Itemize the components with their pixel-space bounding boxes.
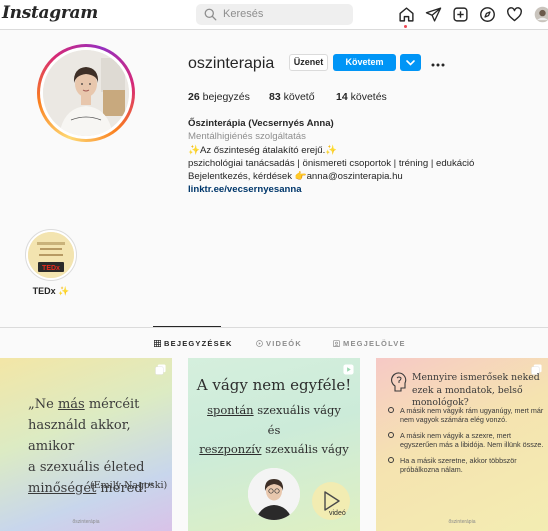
bio-full-name: Őszinterápia (Vecsernyés Anna) — [188, 118, 334, 129]
posts-label: bejegyzés — [202, 91, 250, 103]
list-item: A másik nem vágyik a szexre, mert egysze… — [388, 431, 544, 450]
tab-posts[interactable]: BEJEGYZÉSEK — [154, 339, 233, 348]
followers-stat[interactable]: 83 követő — [269, 91, 315, 103]
new-post-icon[interactable] — [452, 6, 469, 23]
explore-icon[interactable] — [479, 6, 496, 23]
post-subtitle: és — [267, 423, 281, 437]
highlight-cover-text: TEDx — [42, 265, 60, 272]
highlight-label[interactable]: TEDx ✨ — [20, 286, 82, 297]
post-brand: őszinterápia — [72, 519, 100, 525]
bio-line: Bejelentkezés, kérdések 👉anna@oszinterap… — [188, 171, 403, 183]
post-subtitle: reszponzív szexuális vágy — [199, 442, 349, 456]
bio-link[interactable]: linktr.ee/vecsernyesanna — [188, 183, 528, 196]
post-video-label: videó — [329, 510, 346, 517]
tab-posts-label: BEJEGYZÉSEK — [164, 339, 233, 348]
profile-avatar — [43, 50, 129, 136]
post-tile[interactable]: A vágy nem egyféle! spontán szexuális vá… — [188, 358, 360, 531]
home-icon[interactable] — [398, 6, 415, 23]
search-placeholder: Keresés — [223, 8, 264, 20]
bio-line: ✨Az őszinteség átalakító erejű.✨ — [188, 144, 338, 156]
top-navigation: Instagram Keresés — [0, 0, 548, 30]
chevron-down-icon — [406, 60, 415, 66]
profile-bio: Őszinterápia (Vecsernyés Anna) Mentálhig… — [188, 117, 528, 197]
post-portrait — [248, 468, 300, 520]
profile-avatar-icon[interactable] — [534, 6, 548, 23]
search-bar[interactable]: Keresés — [196, 4, 353, 25]
posts-count: 26 — [188, 91, 200, 103]
following-label: követés — [350, 91, 387, 103]
post-tile[interactable]: „Ne más mércéit használd akkor, amikor a… — [0, 358, 172, 531]
list-item: Ha a másik szeretne, akkor többször prób… — [388, 456, 544, 475]
follow-button[interactable]: Követem — [333, 54, 396, 71]
bio-line: pszichológiai tanácsadás | önismereti cs… — [188, 157, 475, 169]
profile-avatar-ring[interactable] — [37, 44, 135, 142]
post-subtitle: spontán szexuális vágy — [207, 403, 341, 417]
thinking-head-icon — [391, 372, 407, 392]
following-stat[interactable]: 14 követés — [336, 91, 387, 103]
list-item: A másik nem vágyik rám ugyanúgy, mert má… — [388, 406, 544, 425]
more-options-button[interactable] — [431, 55, 445, 71]
instagram-logo[interactable]: Instagram — [2, 3, 98, 23]
profile-username: oszinterapia — [188, 55, 275, 72]
post-brand: őszinterápia — [448, 519, 476, 525]
carousel-icon — [155, 364, 166, 375]
suggested-dropdown-button[interactable] — [400, 54, 421, 71]
profile-photo — [43, 50, 129, 136]
highlight-cover: TEDx — [28, 232, 74, 278]
story-highlight[interactable]: TEDx — [25, 229, 77, 281]
activity-heart-icon[interactable] — [506, 6, 523, 23]
tagged-icon — [333, 340, 340, 347]
tabs-divider — [0, 327, 548, 328]
video-icon — [256, 340, 263, 347]
post-tile[interactable]: Mennyire ismerősek neked ezek a mondatok… — [376, 358, 548, 531]
search-icon — [204, 8, 217, 21]
bio-category: Mentálhigiénés szolgáltatás — [188, 131, 306, 143]
post-list: A másik nem vágyik rám ugyanúgy, mert má… — [388, 406, 544, 480]
followers-count: 83 — [269, 91, 281, 103]
notification-dot — [404, 25, 407, 28]
more-dots-icon — [431, 63, 445, 67]
posts-stat: 26 bejegyzés — [188, 91, 250, 103]
message-button[interactable]: Üzenet — [289, 54, 328, 71]
post-portrait-image — [248, 468, 300, 520]
tab-videos[interactable]: VIDEÓK — [256, 339, 302, 348]
active-tab-indicator — [153, 326, 221, 327]
tab-tagged[interactable]: MEGJELÖLVE — [333, 339, 406, 348]
following-count: 14 — [336, 91, 348, 103]
direct-icon[interactable] — [425, 6, 442, 23]
post-question: Mennyire ismerősek neked ezek a mondatok… — [412, 372, 540, 408]
grid-icon — [154, 340, 161, 347]
post-quote-author: (Emily Nagoski) — [90, 480, 168, 491]
reel-icon — [343, 364, 354, 375]
tab-videos-label: VIDEÓK — [266, 339, 302, 348]
tab-tagged-label: MEGJELÖLVE — [343, 339, 406, 348]
post-title: A vágy nem egyféle! — [196, 376, 352, 394]
followers-label: követő — [283, 91, 315, 103]
highlight-cover-image: TEDx — [28, 232, 74, 278]
